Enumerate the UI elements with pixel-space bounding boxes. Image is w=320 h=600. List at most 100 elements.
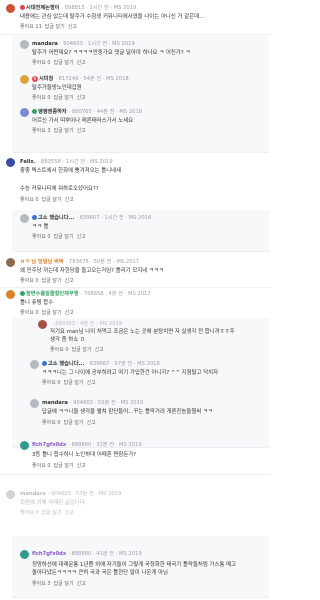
comment-actions: 좋아요 0 답글 달기 신고 xyxy=(32,463,89,470)
avatar[interactable] xyxy=(30,399,39,408)
report-button[interactable]: 신고 xyxy=(87,380,96,386)
avatar[interactable] xyxy=(6,490,15,499)
comment-author[interactable]: mandara xyxy=(42,400,68,406)
like-button[interactable]: 좋아요 0 xyxy=(50,347,69,353)
comment-body: 탈주가 어떤데요? ㅋㅋㅋㅋ만중가요 댓글 달아야 하나요 ㅋ 어진가? ㅋ xyxy=(32,50,191,56)
comment-author[interactable]: 고소 했습니다... xyxy=(48,361,84,367)
reply-button[interactable]: 답글 달기 xyxy=(54,60,74,66)
report-button[interactable]: 신고 xyxy=(65,310,74,316)
comment-meta: · 904603 · 53분 전 · MS 2019 xyxy=(47,491,122,497)
like-button[interactable]: 좋아요 0 xyxy=(20,197,39,203)
comment-meta: · 904603 · 1시간 전 · MS 2019 xyxy=(59,41,135,47)
reply-button[interactable]: 답글 달기 xyxy=(54,581,74,587)
comment-body: ㅋㅋㅋ니는 그 나이에 공부하려고 여기 가입한건 아니지? ^^ 지형탈고 닥… xyxy=(42,370,219,376)
comment-actions: 좋아요 0 답글 달기 신고 xyxy=(32,95,89,102)
reply-button[interactable]: 답글 달기 xyxy=(42,510,62,516)
like-button[interactable]: 좋아요 11 xyxy=(20,24,42,30)
comment-header: flch7gfx0dx · 888860 · 41분 전 · MS 2019 xyxy=(32,550,142,558)
reply-button[interactable]: 답글 달기 xyxy=(42,278,62,284)
report-button[interactable]: 신고 xyxy=(77,95,86,101)
report-button[interactable]: 신고 xyxy=(87,420,96,426)
avatar[interactable] xyxy=(6,158,15,167)
comment-meta: · 800765 · 44분 전 · MS 2018 xyxy=(68,109,143,115)
comment-body: ㅋㅋ 틀 xyxy=(32,224,49,230)
comment-author[interactable]: 시대전제논쟁이 xyxy=(26,5,59,11)
report-button[interactable]: 신고 xyxy=(95,347,104,353)
like-button[interactable]: 좋아요 0 xyxy=(42,380,61,386)
reply-button[interactable]: 답글 달기 xyxy=(45,24,65,30)
comment-body: 수능 커뮤니티에 워하로오셨어요?? xyxy=(20,186,99,192)
avatar[interactable] xyxy=(6,258,15,267)
report-button[interactable]: 신고 xyxy=(65,197,74,203)
comment-actions: 좋아요 0 답글 달기 신고 xyxy=(20,510,77,517)
comment-author[interactable]: ㅂㅋ 님 엉덩님 벅벅 xyxy=(20,259,64,265)
avatar[interactable] xyxy=(30,360,39,369)
reply-button[interactable]: 답글 달기 xyxy=(54,234,74,240)
avatar[interactable] xyxy=(38,320,47,329)
comment-header: 정변수를알줄힐인재무쟁 · 768658 · 4분 전 · MS 2017 xyxy=(20,290,151,298)
like-button[interactable]: 좋아요 3 xyxy=(32,581,51,587)
like-button[interactable]: 좋아요 0 xyxy=(32,60,51,66)
comment-author[interactable]: flch7gfx0dx xyxy=(32,442,66,448)
like-button[interactable]: 좋아요 0 xyxy=(20,310,39,316)
like-button[interactable]: 좋아요 0 xyxy=(42,420,61,426)
comment-actions: 좋아요 0 답글 달기 신고 xyxy=(32,234,89,241)
like-button[interactable]: 좋아요 0 xyxy=(20,278,39,284)
reply-button[interactable]: 답글 달기 xyxy=(42,197,62,203)
reply-button[interactable]: 답글 달기 xyxy=(54,95,74,101)
avatar[interactable] xyxy=(20,550,29,559)
report-button[interactable]: 신고 xyxy=(77,234,86,240)
reply-button[interactable]: 답글 달기 xyxy=(72,347,92,353)
reply-button[interactable]: 답글 달기 xyxy=(42,310,62,316)
report-button[interactable]: 신고 xyxy=(77,581,86,587)
reply-button[interactable]: 답글 달기 xyxy=(54,463,74,469)
comment-body: 내용에는 관심 없는데 탈주가 수험생 커뮤니티에서였을 나이는 아니신 거 같… xyxy=(20,14,205,20)
comment-author[interactable]: mandara xyxy=(32,41,58,47)
comment-author[interactable]: 시미칭 xyxy=(39,76,53,82)
comment-author[interactable]: flch7gfx0dx xyxy=(32,551,66,557)
avatar[interactable] xyxy=(20,214,29,223)
avatar[interactable] xyxy=(20,441,29,450)
comment-author[interactable]: 엥엥엔중하자 xyxy=(38,109,67,115)
comment-body: 답글에 ㅋㅋ니들 생각을 펼쳐 판단들어...꾸는 틀딱거려 개론진놈들뭘써 ㅋ… xyxy=(42,409,213,415)
reply-button[interactable]: 답글 달기 xyxy=(64,380,84,386)
comment-actions: 좋아요 0 답글 달기 신고 xyxy=(20,310,77,317)
comment-body: 틀니 퓨탱 합수 xyxy=(20,300,54,306)
comment-meta: · 839667 · 57분 전 · MS 2018 xyxy=(86,361,160,367)
like-button[interactable]: 좋아요 0 xyxy=(32,463,51,469)
avatar[interactable] xyxy=(20,108,29,117)
comment-author[interactable]: 고소 했습니다... xyxy=(38,215,74,221)
comment-meta: · 783475 · 50분 전 · MS 2017 xyxy=(65,259,140,265)
like-button[interactable]: 좋아요 0 xyxy=(32,95,51,101)
like-button[interactable]: 좋아요 0 xyxy=(32,234,51,240)
comment-body: 돌아다녔든ㅋㅋㅋㅋ 큰히 국과 국은 틀한단 말이 나온게 아님 xyxy=(32,570,168,576)
avatar[interactable] xyxy=(6,290,15,299)
comment-header: 시대전제논쟁이 · 898813 · 1시간 전 · MS 2019 xyxy=(20,4,136,12)
avatar[interactable] xyxy=(20,75,29,84)
comment-body: 좋좋 텍스트에서 한화에 뿡겨져오는 틀니네새 xyxy=(20,168,122,174)
comment-author[interactable]: Felix. xyxy=(20,159,36,165)
report-button[interactable]: 신고 xyxy=(77,463,86,469)
comment-author[interactable]: 정변수를알줄힐인재무쟁 xyxy=(26,291,79,297)
comment-header: mandara · 904603 · 53분 전 · MS 2019 xyxy=(20,490,121,498)
reply-button[interactable]: 답글 달기 xyxy=(64,420,84,426)
report-button[interactable]: 신고 xyxy=(65,510,74,516)
reply-button[interactable]: 답글 달기 xyxy=(54,128,74,134)
report-button[interactable]: 신고 xyxy=(65,278,74,284)
avatar[interactable] xyxy=(6,4,15,13)
comment-author[interactable]: mandara xyxy=(20,491,46,497)
comment-header: flch7gfx0dx · 888860 · 32분 전 · MS 2019 xyxy=(32,441,142,449)
report-button[interactable]: 신고 xyxy=(77,128,86,134)
report-button[interactable]: 신고 xyxy=(68,24,77,30)
avatar[interactable] xyxy=(20,40,29,49)
comment-header: Felix. · 883558 · 1시간 전 · MS 2019 xyxy=(20,158,113,166)
comment-header: 6 시미칭 · 817249 · 54분 전 · MS 2018 xyxy=(32,75,129,83)
comment-body: 생각 좀 하쇼 ㅍ xyxy=(50,337,85,343)
comment-header: ㅂㅋ 님 엉덩님 벅벅 · 783475 · 50분 전 · MS 2017 xyxy=(20,258,139,266)
level-badge-icon xyxy=(32,109,37,114)
comment-actions: 좋아요 0 답글 달기 신고 xyxy=(42,380,99,387)
like-button[interactable]: 좋아요 0 xyxy=(20,510,39,516)
report-button[interactable]: 신고 xyxy=(77,60,86,66)
level-badge-icon xyxy=(20,5,25,10)
like-button[interactable]: 좋아요 3 xyxy=(32,128,51,134)
